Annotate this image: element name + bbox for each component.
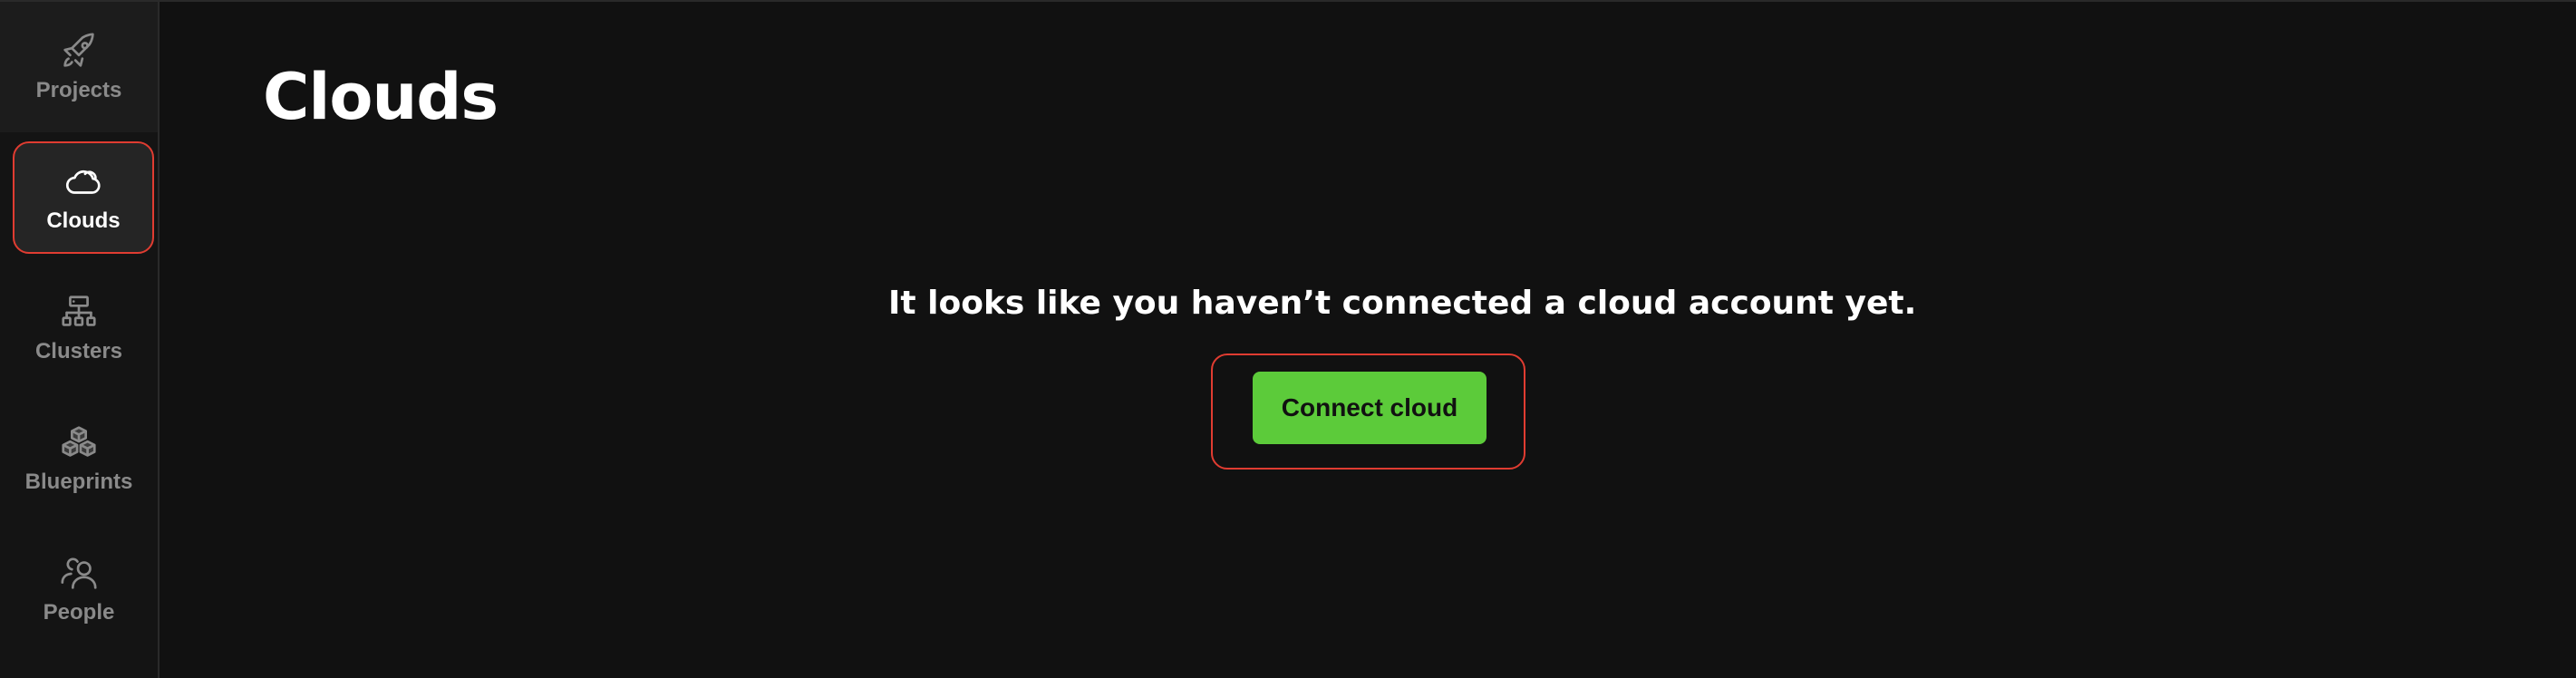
sidebar-item-label: Clusters [34, 339, 123, 363]
sidebar: Projects Clouds Clusters Blueprints Peop… [0, 2, 160, 678]
page-title: Clouds [263, 60, 499, 134]
cluster-icon [58, 292, 100, 334]
sidebar-item-people[interactable]: People [0, 524, 158, 654]
sidebar-item-clouds-wrap: Clouds [0, 132, 158, 263]
sidebar-item-label: Blueprints [24, 470, 133, 494]
people-icon [58, 553, 100, 595]
sidebar-item-label: Projects [35, 78, 122, 102]
sidebar-item-blueprints[interactable]: Blueprints [0, 393, 158, 524]
cubes-icon [58, 422, 100, 464]
sidebar-item-clouds[interactable]: Clouds [13, 141, 154, 254]
app-window: Projects Clouds Clusters Blueprints Peop… [0, 0, 2576, 678]
empty-state-message: It looks like you haven’t connected a cl… [888, 285, 1917, 322]
sidebar-item-label: Clouds [46, 208, 121, 233]
sidebar-item-projects[interactable]: Projects [0, 2, 158, 132]
rocket-icon [58, 31, 100, 73]
connect-cloud-button[interactable]: Connect cloud [1253, 372, 1487, 444]
sidebar-item-clusters[interactable]: Clusters [0, 263, 158, 393]
sidebar-item-label: People [43, 600, 115, 625]
cloud-icon [63, 161, 104, 203]
